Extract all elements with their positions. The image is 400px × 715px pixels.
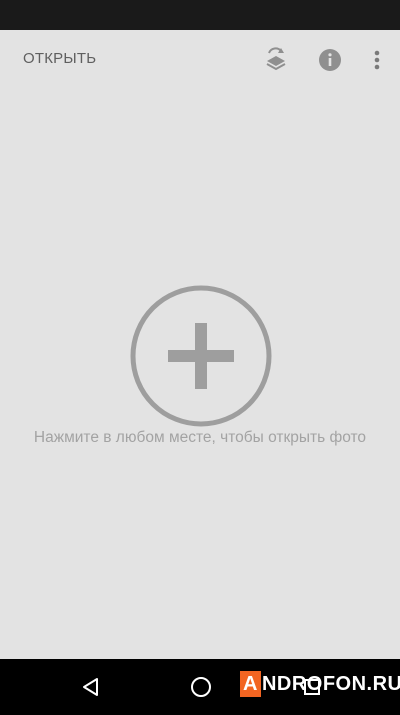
back-icon[interactable] bbox=[76, 673, 106, 701]
snapseed-start-screen: ОТКРЫТЬ Нажмите в любом месте, чтобы отк… bbox=[0, 30, 400, 659]
status-bar bbox=[0, 0, 400, 30]
layers-rotate-icon[interactable] bbox=[263, 47, 289, 73]
open-photo-area[interactable]: Нажмите в любом месте, чтобы открыть фот… bbox=[0, 90, 400, 659]
site-watermark: A NDROFON.RU bbox=[240, 670, 400, 698]
watermark-text: NDROFON.RU bbox=[261, 672, 400, 695]
more-vert-icon[interactable] bbox=[364, 47, 390, 73]
info-icon[interactable] bbox=[317, 47, 343, 73]
watermark-first-letter: A bbox=[240, 671, 261, 697]
home-icon[interactable] bbox=[186, 673, 216, 701]
top-toolbar: ОТКРЫТЬ bbox=[0, 30, 400, 90]
open-photo-hint: Нажмите в любом месте, чтобы открыть фот… bbox=[33, 429, 367, 446]
plus-circle-icon[interactable] bbox=[130, 285, 272, 427]
open-button[interactable]: ОТКРЫТЬ bbox=[23, 50, 96, 67]
